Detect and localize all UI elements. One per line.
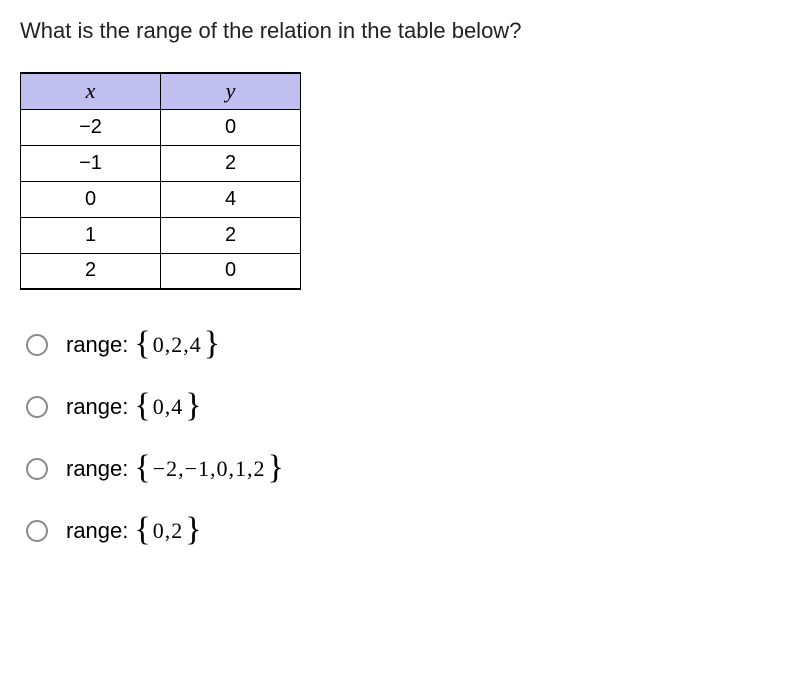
cell-x: 0 bbox=[21, 181, 161, 217]
option-c[interactable]: range: { −2,−1,0,1,2 } bbox=[26, 452, 780, 486]
option-label: range: { 0,4 } bbox=[66, 390, 202, 424]
option-d[interactable]: range: { 0,2 } bbox=[26, 514, 780, 548]
cell-y: 2 bbox=[161, 145, 301, 181]
question-text: What is the range of the relation in the… bbox=[20, 18, 780, 44]
brace-close-icon: } bbox=[185, 389, 201, 423]
option-prefix: range: bbox=[66, 332, 128, 358]
cell-y: 0 bbox=[161, 109, 301, 145]
table-row: −1 2 bbox=[21, 145, 301, 181]
table-row: 0 4 bbox=[21, 181, 301, 217]
cell-y: 0 bbox=[161, 253, 301, 289]
cell-x: 1 bbox=[21, 217, 161, 253]
option-prefix: range: bbox=[66, 518, 128, 544]
option-prefix: range: bbox=[66, 456, 128, 482]
option-label: range: { 0,2,4 } bbox=[66, 328, 220, 362]
brace-close-icon: } bbox=[268, 451, 284, 485]
set-content: −2,−1,0,1,2 bbox=[151, 456, 268, 482]
option-set: { 0,2,4 } bbox=[134, 328, 220, 362]
cell-x: 2 bbox=[21, 253, 161, 289]
brace-open-icon: { bbox=[134, 389, 150, 423]
option-label: range: { 0,2 } bbox=[66, 514, 202, 548]
col-header-x: x bbox=[21, 73, 161, 109]
col-header-y: y bbox=[161, 73, 301, 109]
radio-icon[interactable] bbox=[26, 334, 48, 356]
answer-options: range: { 0,2,4 } range: { 0,4 } range: {… bbox=[20, 328, 780, 548]
option-set: { −2,−1,0,1,2 } bbox=[134, 452, 283, 486]
option-set: { 0,4 } bbox=[134, 390, 201, 424]
radio-icon[interactable] bbox=[26, 520, 48, 542]
set-content: 0,2 bbox=[151, 518, 186, 544]
brace-open-icon: { bbox=[134, 327, 150, 361]
option-a[interactable]: range: { 0,2,4 } bbox=[26, 328, 780, 362]
relation-table: x y −2 0 −1 2 0 4 1 2 2 0 bbox=[20, 72, 301, 290]
option-label: range: { −2,−1,0,1,2 } bbox=[66, 452, 284, 486]
cell-y: 4 bbox=[161, 181, 301, 217]
table-row: 1 2 bbox=[21, 217, 301, 253]
brace-close-icon: } bbox=[185, 513, 201, 547]
option-b[interactable]: range: { 0,4 } bbox=[26, 390, 780, 424]
option-prefix: range: bbox=[66, 394, 128, 420]
set-content: 0,4 bbox=[151, 394, 186, 420]
cell-x: −2 bbox=[21, 109, 161, 145]
cell-x: −1 bbox=[21, 145, 161, 181]
radio-icon[interactable] bbox=[26, 396, 48, 418]
option-set: { 0,2 } bbox=[134, 514, 201, 548]
table-row: −2 0 bbox=[21, 109, 301, 145]
table-row: 2 0 bbox=[21, 253, 301, 289]
brace-open-icon: { bbox=[134, 513, 150, 547]
brace-open-icon: { bbox=[134, 451, 150, 485]
set-content: 0,2,4 bbox=[151, 332, 204, 358]
brace-close-icon: } bbox=[204, 327, 220, 361]
radio-icon[interactable] bbox=[26, 458, 48, 480]
cell-y: 2 bbox=[161, 217, 301, 253]
